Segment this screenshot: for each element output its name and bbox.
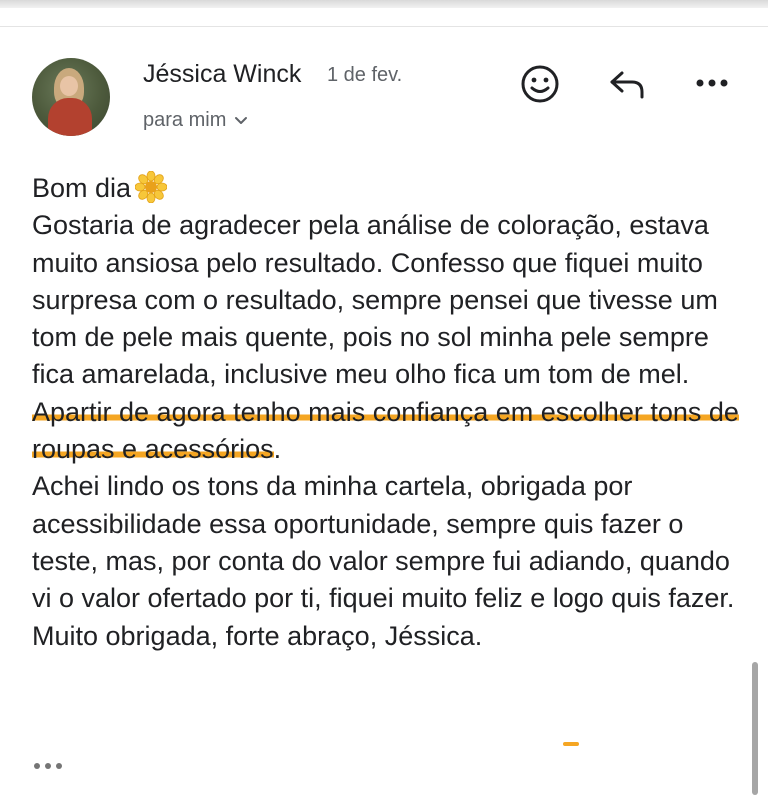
more-horizontal-icon [696, 79, 728, 87]
email-date: 1 de fev. [327, 64, 403, 86]
ellipsis-icon [34, 763, 40, 769]
body-paragraph-start: Gostaria de agradecer pela análise de co… [32, 210, 718, 390]
avatar-dress [48, 98, 92, 136]
add-reaction-button[interactable] [518, 62, 562, 106]
highlight-stray-mark [563, 742, 579, 746]
recipient-label: para mim [143, 109, 227, 131]
sender-avatar[interactable] [32, 58, 110, 136]
smiley-face-icon [521, 65, 559, 103]
header-divider [0, 26, 768, 27]
greeting-text: Bom dia [32, 173, 132, 203]
show-trimmed-content-button[interactable] [34, 758, 70, 774]
avatar-face [60, 76, 78, 96]
highlighted-sentence: Apartir de agora tenho mais confiança em… [32, 396, 739, 465]
email-body: Bom dia Gostaria de agradecer pela análi… [32, 170, 742, 655]
reply-arrow-icon [610, 71, 644, 99]
reply-button[interactable] [604, 64, 648, 104]
scrollbar[interactable] [752, 662, 758, 795]
recipient-details-toggle[interactable]: para mim [143, 109, 248, 132]
sender-name[interactable]: Jéssica Winck [143, 60, 301, 89]
body-paragraph-end: . Achei lindo os tons da minha cartela, … [32, 434, 735, 651]
chevron-down-icon [235, 116, 248, 124]
more-options-button[interactable] [690, 68, 734, 98]
top-edge-shadow [0, 0, 768, 8]
sunflower-icon [135, 171, 168, 203]
